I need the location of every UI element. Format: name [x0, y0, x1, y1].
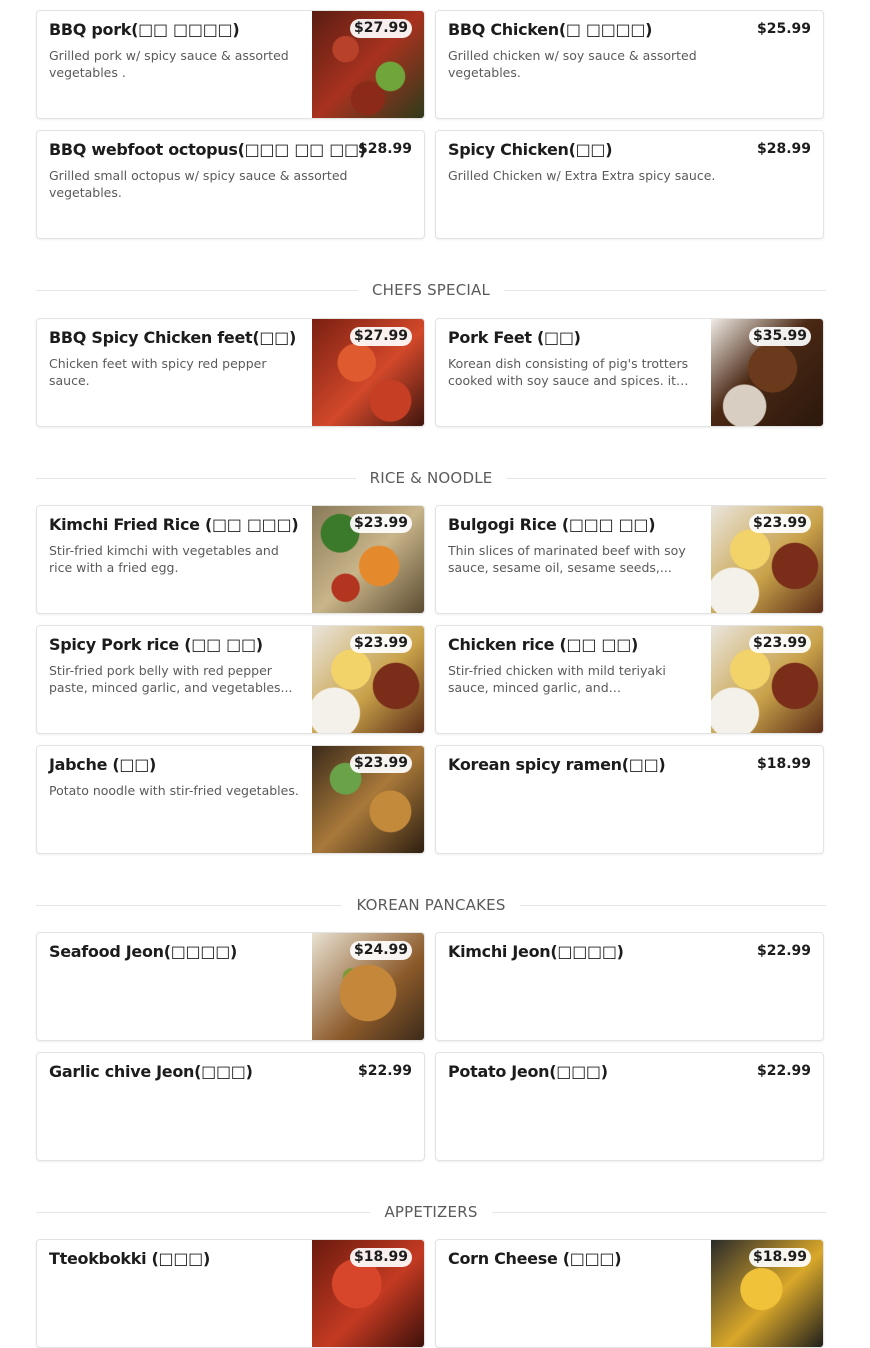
item-description: Korean dish consisting of pig's trotters… [448, 356, 689, 388]
item-description: Thin slices of marinated beef with soy s… [448, 543, 686, 575]
menu-item-card[interactable]: Potato Jeon(□□□) $22.99 [435, 1052, 824, 1161]
item-description: Stir-fried pork belly with red pepper pa… [49, 663, 293, 695]
menu-item-card[interactable]: Pork Feet (□□) Korean dish consisting of… [435, 318, 824, 427]
menu-item-card[interactable]: Garlic chive Jeon(□□□) $22.99 [36, 1052, 425, 1161]
item-name: Chicken rice (□□ □□) [448, 635, 639, 654]
section-header-korean-pancakes: KOREAN PANCAKES [36, 895, 826, 915]
item-description: Stir-fried chicken with mild teriyaki sa… [448, 663, 666, 695]
item-name: Kimchi Jeon(□□□□) [448, 942, 624, 961]
item-name: Potato Jeon(□□□) [448, 1062, 608, 1081]
item-price: $23.99 [748, 634, 811, 653]
item-name: BBQ Spicy Chicken feet(□□) [49, 328, 297, 347]
item-name: Jabche (□□) [49, 755, 157, 774]
item-price: $23.99 [349, 634, 412, 653]
item-name: Pork Feet (□□) [448, 328, 581, 347]
menu-item-card[interactable]: BBQ webfoot octopus(□□□ □□ □□) Grilled s… [36, 130, 425, 239]
menu-item-card[interactable]: BBQ Spicy Chicken feet(□□) Chicken feet … [36, 318, 425, 427]
menu-item-card[interactable]: Corn Cheese (□□□) $18.99 [435, 1239, 824, 1348]
item-name: Tteokbokki (□□□) [49, 1249, 211, 1268]
item-name: Corn Cheese (□□□) [448, 1249, 622, 1268]
item-price: $28.99 [357, 141, 412, 157]
item-description: Potato noodle with stir-fried vegetables… [49, 783, 299, 798]
item-price: $22.99 [756, 943, 811, 959]
menu-item-card[interactable]: Korean spicy ramen(□□) $18.99 [435, 745, 824, 854]
item-name: Korean spicy ramen(□□) [448, 755, 666, 774]
item-name: Spicy Chicken(□□) [448, 140, 613, 159]
item-description: Stir-fried kimchi with vegetables and ri… [49, 543, 279, 575]
section-header-chefs-special: CHEFS SPECIAL [36, 280, 827, 300]
section-title: CHEFS SPECIAL [371, 281, 491, 299]
item-price: $24.99 [349, 941, 412, 960]
item-price: $23.99 [349, 514, 412, 533]
section-header-rice-noodle: RICE & NOODLE [36, 468, 827, 488]
section-title: KOREAN PANCAKES [356, 896, 506, 914]
section-title: RICE & NOODLE [369, 469, 493, 487]
menu-item-card[interactable]: Jabche (□□) Potato noodle with stir-frie… [36, 745, 425, 854]
item-name: Garlic chive Jeon(□□□) [49, 1062, 253, 1081]
item-price: $27.99 [349, 327, 412, 346]
menu-item-card[interactable]: BBQ pork(□□ □□□□) Grilled pork w/ spicy … [36, 10, 425, 119]
menu-item-card[interactable]: Spicy Chicken(□□) Grilled Chicken w/ Ext… [435, 130, 824, 239]
menu-item-card[interactable]: BBQ Chicken(□ □□□□) Grilled chicken w/ s… [435, 10, 824, 119]
item-price: $28.99 [756, 141, 811, 157]
item-name: Spicy Pork rice (□□ □□) [49, 635, 263, 654]
menu-item-card[interactable]: Bulgogi Rice (□□□ □□) Thin slices of mar… [435, 505, 824, 614]
item-name: Seafood Jeon(□□□□) [49, 942, 238, 961]
item-name: Kimchi Fried Rice (□□ □□□) [49, 515, 299, 534]
item-name: BBQ pork(□□ □□□□) [49, 20, 240, 39]
item-description: Grilled Chicken w/ Extra Extra spicy sau… [448, 168, 716, 183]
item-price: $27.99 [349, 19, 412, 38]
item-price: $23.99 [349, 754, 412, 773]
item-price: $18.99 [756, 756, 811, 772]
item-name: Bulgogi Rice (□□□ □□) [448, 515, 656, 534]
item-description: Grilled chicken w/ soy sauce & assorted … [448, 48, 697, 80]
menu-item-card[interactable]: Chicken rice (□□ □□) Stir-fried chicken … [435, 625, 824, 734]
menu-item-card[interactable]: Spicy Pork rice (□□ □□) Stir-fried pork … [36, 625, 425, 734]
item-description: Grilled small octopus w/ spicy sauce & a… [49, 168, 348, 200]
menu-item-card[interactable]: Kimchi Fried Rice (□□ □□□) Stir-fried ki… [36, 505, 425, 614]
item-price: $22.99 [756, 1063, 811, 1079]
menu-item-card[interactable]: Kimchi Jeon(□□□□) $22.99 [435, 932, 824, 1041]
section-header-appetizers: APPETIZERS [36, 1202, 826, 1222]
item-description: Grilled pork w/ spicy sauce & assorted v… [49, 48, 289, 80]
menu-item-card[interactable]: Tteokbokki (□□□) $18.99 [36, 1239, 425, 1348]
item-price: $35.99 [748, 327, 811, 346]
item-name: BBQ Chicken(□ □□□□) [448, 20, 653, 39]
item-name: BBQ webfoot octopus(□□□ □□ □□) [49, 140, 366, 159]
section-title: APPETIZERS [384, 1203, 478, 1221]
item-price: $25.99 [756, 21, 811, 37]
item-price: $23.99 [748, 514, 811, 533]
item-price: $22.99 [357, 1063, 412, 1079]
menu-item-card[interactable]: Seafood Jeon(□□□□) $24.99 [36, 932, 425, 1041]
item-description: Chicken feet with spicy red pepper sauce… [49, 356, 267, 388]
